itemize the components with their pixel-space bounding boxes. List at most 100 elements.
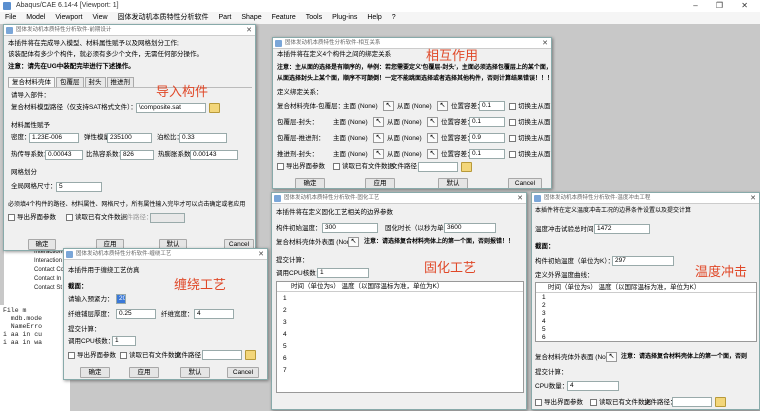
read-file-checkbox[interactable] (120, 352, 127, 359)
ok-button[interactable]: 确定 (28, 239, 56, 250)
mesh-size-input[interactable]: 5 (56, 182, 102, 192)
folder-icon[interactable] (715, 397, 726, 407)
folder-icon[interactable] (461, 162, 472, 172)
swap-checkbox[interactable] (509, 151, 516, 158)
tab-head[interactable]: 封头 (84, 77, 106, 87)
folder-icon[interactable] (209, 103, 220, 113)
read-file-checkbox[interactable] (333, 163, 340, 170)
cancel-button[interactable]: Cancel (227, 367, 259, 378)
menu-part[interactable]: Part (214, 12, 237, 24)
close-icon[interactable]: ✕ (517, 193, 523, 203)
close-icon[interactable]: ✕ (542, 38, 548, 48)
temperature-table[interactable]: 时间（单位为s） 温度（以国际温标为准，单位为K） 1 2 3 4 5 6 7 (276, 281, 524, 393)
select-arrow-icon[interactable]: ↖ (373, 133, 384, 143)
conductivity-input[interactable]: 0.00043 (45, 150, 83, 160)
default-button[interactable]: 默认 (180, 367, 210, 378)
select-arrow-icon[interactable]: ↖ (383, 101, 394, 111)
dialog-title: 固体发动机本质特性分析软件-缠绕工艺 (76, 251, 172, 257)
menu-shape[interactable]: Shape (236, 12, 266, 24)
menu-plugin-suite[interactable]: 固体发动机本质特性分析软件 (113, 12, 214, 24)
window-controls[interactable]: – ❐ ✕ (693, 0, 756, 12)
tolerance-input[interactable]: 0.1 (469, 149, 505, 159)
cpu-input[interactable]: 1 (317, 268, 369, 278)
cpu-input[interactable]: 4 (567, 381, 619, 391)
density-input[interactable]: 1.23E-006 (29, 133, 79, 143)
ok-button[interactable]: 确定 (295, 178, 325, 188)
file-path-input[interactable] (672, 397, 712, 407)
dialog-title: 固体发动机本质特性分析软件-相互关系 (285, 40, 381, 46)
master-surface-label: 主面 (None) (333, 119, 368, 126)
export-params-checkbox[interactable] (535, 399, 542, 406)
thermal-expansion-input[interactable]: 0.00143 (190, 150, 238, 160)
menu-viewport[interactable]: Viewport (50, 12, 87, 24)
select-arrow-icon[interactable]: ↖ (427, 149, 438, 159)
swap-checkbox[interactable] (509, 119, 516, 126)
menu-model[interactable]: Model (21, 12, 50, 24)
swap-checkbox[interactable] (509, 135, 516, 142)
dialog-title-bar[interactable]: 固体发动机本质特性分析软件-温度冲击工程 ✕ (532, 193, 759, 204)
file-path-input[interactable] (150, 213, 185, 223)
tolerance-input[interactable]: 0.1 (479, 101, 505, 111)
close-icon[interactable]: ✕ (246, 25, 252, 35)
select-arrow-icon[interactable]: ↖ (606, 352, 617, 362)
init-temp-input[interactable]: 297 (612, 256, 674, 266)
select-arrow-icon[interactable]: ↖ (427, 117, 438, 127)
export-params-checkbox[interactable] (68, 352, 75, 359)
menu-context-help[interactable]: ? (387, 12, 401, 24)
init-temp-input[interactable]: 300 (322, 223, 378, 233)
select-arrow-icon[interactable]: ↖ (373, 117, 384, 127)
select-arrow-icon[interactable]: ↖ (427, 133, 438, 143)
read-file-checkbox[interactable] (590, 399, 597, 406)
tab-composite-shell[interactable]: 复合材料壳体 (8, 77, 55, 87)
apply-button[interactable]: 应用 (365, 178, 395, 188)
plugin-icon (66, 251, 73, 258)
import-label: 请导入部件： (11, 92, 50, 99)
file-path-input[interactable] (202, 350, 242, 360)
preload-input[interactable]: 20 (116, 294, 126, 304)
export-params-checkbox[interactable] (277, 163, 284, 170)
ok-button[interactable]: 确定 (80, 367, 110, 378)
poisson-input[interactable]: 0.33 (179, 133, 227, 143)
dialog-title-bar[interactable]: 固体发动机本质特性分析软件-前期设计 ✕ (4, 25, 255, 36)
fiber-width-input[interactable]: 4 (194, 309, 234, 319)
tab-propellant[interactable]: 推进剂 (106, 77, 134, 87)
default-button[interactable]: 默认 (438, 178, 468, 188)
tab-liner[interactable]: 包覆层 (56, 77, 84, 87)
tolerance-input[interactable]: 0.9 (469, 133, 505, 143)
close-icon[interactable]: ✕ (258, 249, 264, 259)
menu-help[interactable]: Help (362, 12, 386, 24)
swap-checkbox[interactable] (509, 103, 516, 110)
menu-feature[interactable]: Feature (267, 12, 301, 24)
select-arrow-icon[interactable]: ↖ (348, 237, 359, 247)
apply-button[interactable]: 应用 (129, 367, 159, 378)
modulus-input[interactable]: 235100 (107, 133, 152, 143)
temperature-curve-table[interactable]: 时间（单位为s） 温度（以国际温标为准，单位为K） 1 2 3 4 5 6 (535, 282, 757, 342)
read-file-label: 读取已有文件数据 (342, 163, 394, 170)
dialog-title-bar[interactable]: 固体发动机本质特性分析软件-相互关系 ✕ (273, 38, 551, 49)
select-arrow-icon[interactable]: ↖ (373, 149, 384, 159)
dialog-title-bar[interactable]: 固体发动机本质特性分析软件-缠绕工艺 ✕ (64, 249, 267, 260)
close-icon[interactable]: ✕ (750, 193, 756, 203)
menu-bar: File Model Viewport View 固体发动机本质特性分析软件 Part Sh… (0, 12, 760, 24)
export-params-checkbox[interactable] (8, 214, 15, 221)
table-row-number: 3 (283, 319, 287, 326)
cancel-button[interactable]: Cancel (508, 178, 542, 188)
tolerance-input[interactable]: 0.1 (469, 117, 505, 127)
specific-heat-input[interactable]: 826 (120, 150, 154, 160)
menu-view[interactable]: View (87, 12, 112, 24)
menu-tools[interactable]: Tools (301, 12, 327, 24)
menu-plugins[interactable]: Plug-ins (327, 12, 362, 24)
total-time-input[interactable]: 1472 (594, 224, 650, 234)
ply-thickness-input[interactable]: 0.25 (116, 309, 156, 319)
file-path-input[interactable] (418, 162, 458, 172)
select-arrow-icon[interactable]: ↖ (437, 101, 448, 111)
cure-time-input[interactable]: 3600 (444, 223, 496, 233)
dialog-title-bar[interactable]: 固体发动机本质特性分析软件-固化工艺 ✕ (272, 193, 526, 204)
folder-icon[interactable] (245, 350, 256, 360)
read-file-checkbox[interactable] (66, 214, 73, 221)
path-input[interactable]: \composite.sat (136, 103, 206, 113)
dialog-title: 固体发动机本质特性分析软件-固化工艺 (284, 195, 380, 201)
winding-dialog: 固体发动机本质特性分析软件-缠绕工艺 ✕ 本插件用于缠绕工艺仿真 截面： 请输入预… (63, 248, 268, 380)
cpu-input[interactable]: 1 (112, 336, 136, 346)
menu-file[interactable]: File (0, 12, 21, 24)
